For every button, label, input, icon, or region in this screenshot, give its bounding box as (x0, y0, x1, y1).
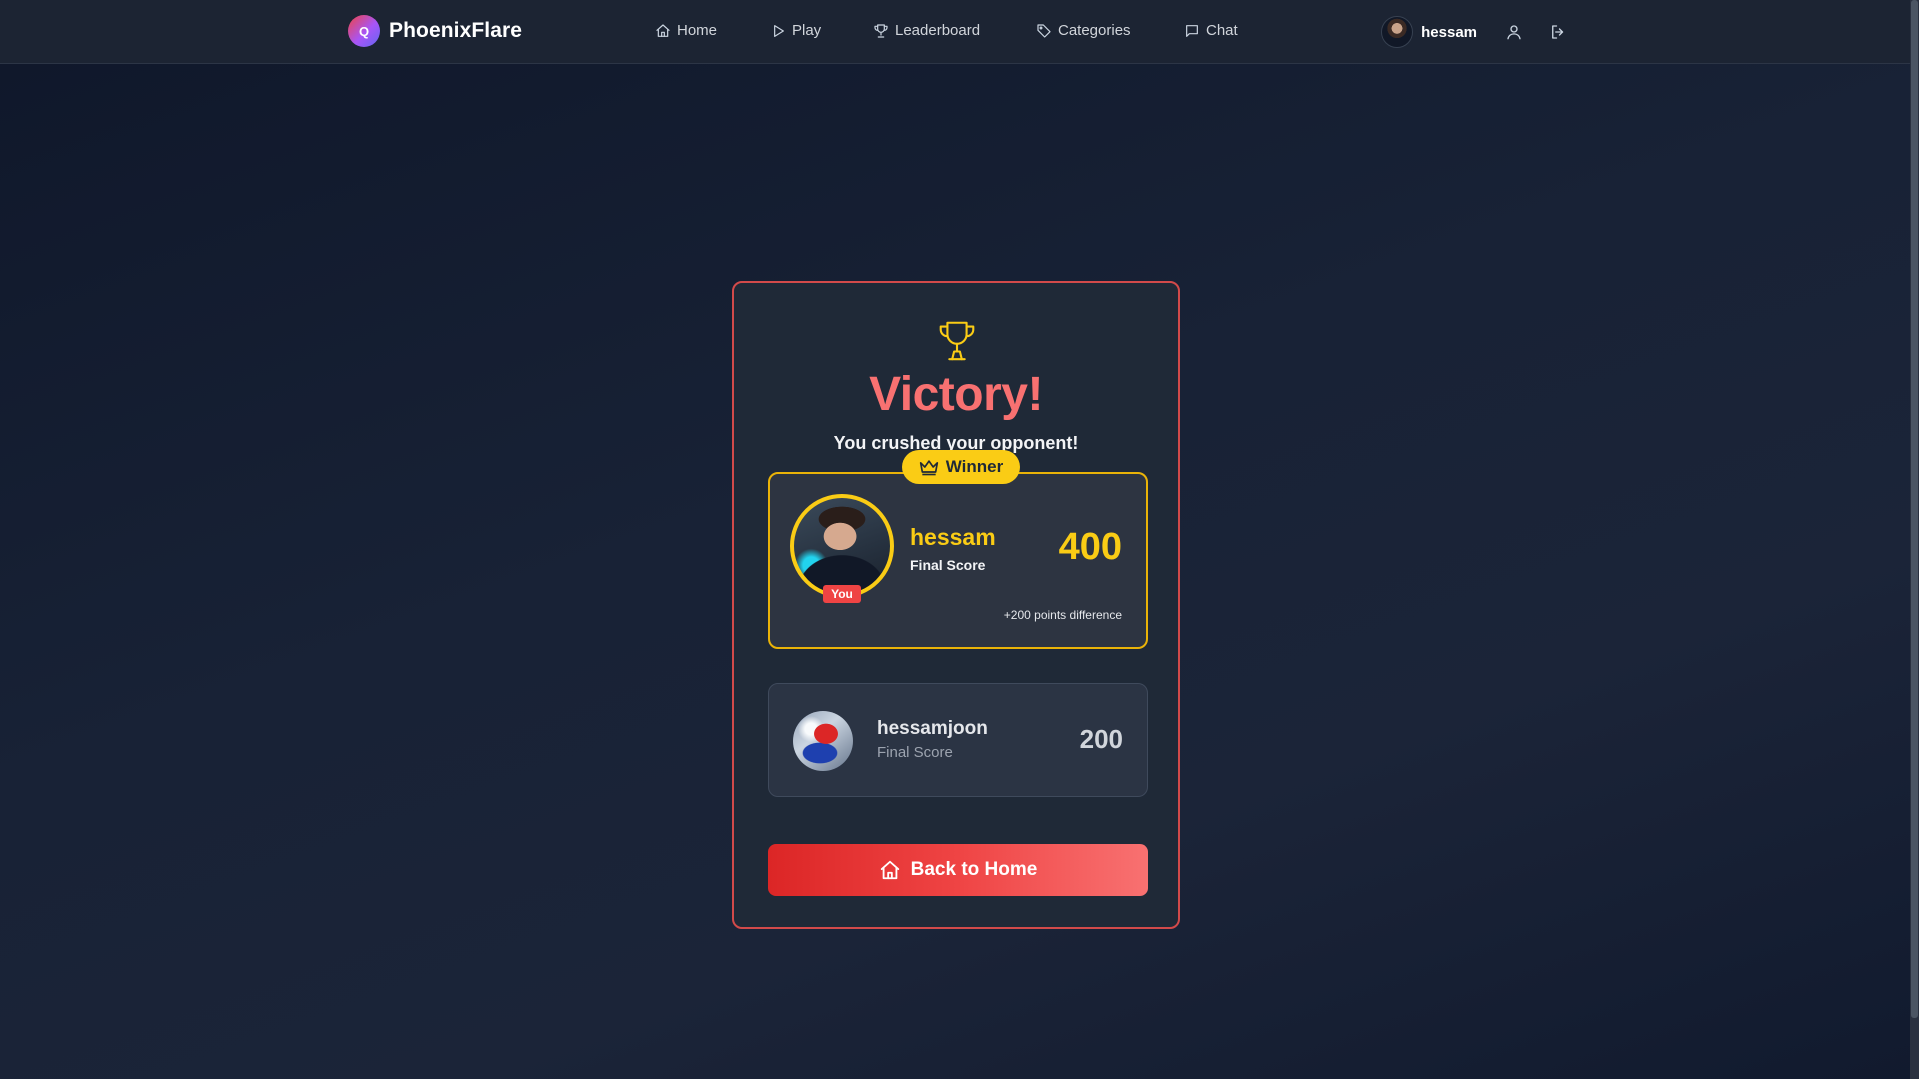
opponent-avatar (793, 711, 853, 771)
nav-label: Chat (1206, 22, 1238, 39)
you-tag: You (823, 585, 861, 603)
avatar[interactable] (1381, 16, 1414, 48)
home-icon (880, 860, 899, 880)
opponent-score: 200 (1079, 724, 1123, 754)
trophy-icon (934, 317, 980, 363)
winner-badge-label: Winner (945, 457, 1004, 476)
chat-icon (1186, 24, 1198, 37)
user-icon (1507, 25, 1521, 40)
result-title: Victory! (869, 368, 1043, 421)
trophy-icon (874, 23, 888, 38)
nav-label: Home (677, 22, 718, 39)
top-navbar: Q PhoenixFlare Home Play Leaderboard Cat… (0, 0, 1919, 64)
match-result-card: Victory! You crushed your opponent! Winn… (732, 281, 1180, 929)
main-nav: Home Play Leaderboard Categories Chat (0, 0, 1919, 64)
winner-score: 400 (1058, 526, 1122, 568)
opponent-name: hessamjoon (877, 718, 988, 739)
nav-item-categories[interactable]: Categories (1036, 22, 1131, 39)
opponent-score-label: Final Score (877, 744, 953, 761)
page-scrollbar[interactable] (1910, 0, 1919, 1079)
scrollbar-thumb[interactable] (1911, 0, 1918, 1018)
tag-icon (1037, 23, 1051, 38)
winner-name: hessam (910, 524, 996, 550)
opponent-card: hessamjoon Final Score 200 (768, 683, 1148, 797)
winner-card: Winner You hessam Final Score 400 +200 p… (768, 450, 1148, 649)
home-icon (656, 23, 670, 37)
nav-item-play[interactable]: Play (770, 22, 821, 39)
back-to-home-label: Back to Home (910, 859, 1038, 880)
nav-item-chat[interactable]: Chat (1184, 22, 1238, 39)
user-area: hessam (1381, 16, 1569, 48)
crown-icon (919, 460, 938, 476)
nav-label: Leaderboard (895, 22, 981, 39)
winner-score-label: Final Score (910, 557, 986, 573)
nav-label: Play (792, 22, 822, 39)
nav-item-leaderboard[interactable]: Leaderboard (873, 22, 980, 39)
play-icon (774, 24, 784, 37)
points-difference: +200 points difference (1003, 608, 1122, 622)
user-name[interactable]: hessam (1421, 24, 1477, 41)
back-to-home-button[interactable]: Back to Home (768, 844, 1148, 896)
winner-badge: Winner (902, 450, 1020, 484)
logout-button[interactable] (1547, 21, 1569, 43)
logout-icon (1552, 25, 1564, 39)
nav-label: Categories (1058, 22, 1131, 39)
profile-button[interactable] (1503, 21, 1525, 43)
nav-item-home[interactable]: Home (655, 22, 717, 39)
winner-avatar (790, 494, 894, 598)
